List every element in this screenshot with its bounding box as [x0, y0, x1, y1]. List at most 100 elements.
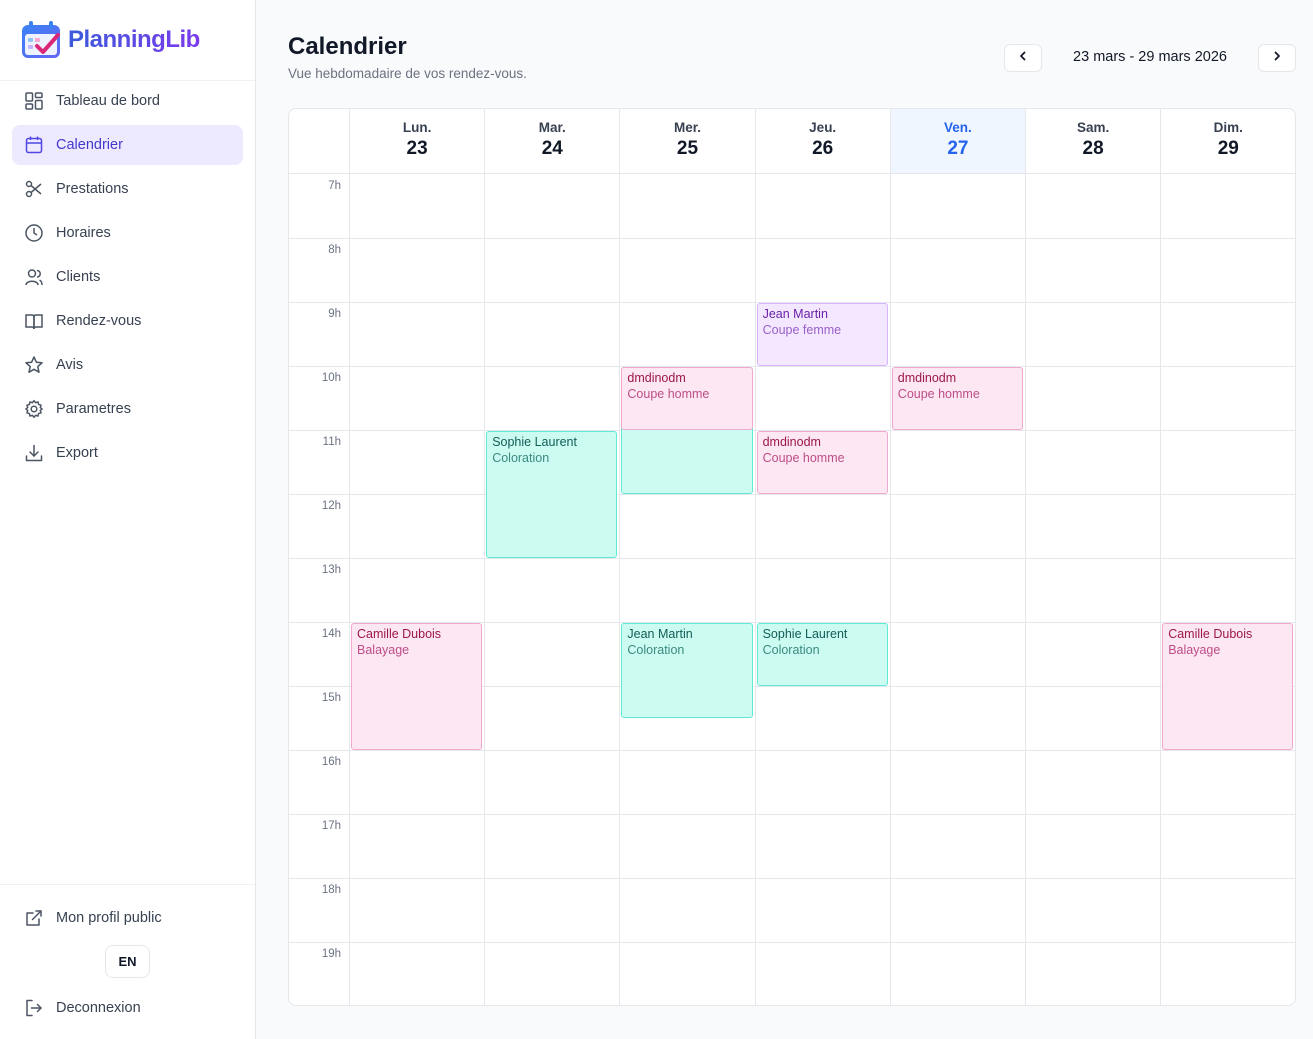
appointment-client-name: Camille Dubois	[357, 627, 442, 641]
week-calendar: Lun. 23 Mar. 24 Mer. 25 Jeu. 26 Ven. 27 Sam. 28 Dim.…	[288, 108, 1296, 1006]
appointment-client-name: Jean Martin	[762, 307, 828, 321]
appointment-event[interactable]: dmdinodm Coupe homme	[621, 367, 753, 430]
day-name: Dim.	[1213, 120, 1243, 135]
day-header: Dim. 29	[1160, 109, 1295, 174]
sidebar-item-calendar[interactable]: Calendrier	[12, 125, 243, 165]
day-column-divider	[754, 174, 756, 1005]
appointment-event[interactable]: Camille Dubois Balayage	[1162, 623, 1294, 750]
appointment-client-name: dmdinodm	[627, 371, 686, 385]
day-header: Mer. 25	[619, 109, 755, 174]
sidebar-item-export[interactable]: Export	[12, 433, 243, 473]
previous-week-button[interactable]	[1004, 44, 1042, 72]
app-logo[interactable]: PlanningLib	[20, 20, 200, 60]
hour-label: 18h	[321, 884, 341, 896]
hour-row-divider	[289, 366, 1295, 367]
sidebar-item-settings[interactable]: Parametres	[12, 389, 243, 429]
hour-label: 11h	[322, 436, 341, 448]
day-column-divider	[484, 174, 486, 1005]
appointment-service: Coupe homme	[627, 387, 710, 401]
appointment-service: Balayage	[357, 643, 410, 657]
clock-icon	[23, 222, 45, 244]
sidebar-item-dashboard[interactable]: Tableau de bord	[12, 81, 243, 121]
sidebar-item-label: Calendrier	[56, 137, 123, 153]
logout-button[interactable]: Deconnexion	[12, 988, 243, 1028]
hour-row-divider	[289, 558, 1295, 559]
appointment-service: Coupe homme	[762, 451, 845, 465]
public-profile-link[interactable]: Mon profil public	[12, 898, 243, 938]
day-header: Mar. 24	[484, 109, 620, 174]
appointment-service: Coloration	[492, 451, 550, 465]
hour-label: 16h	[321, 756, 341, 768]
sidebar-item-label: Parametres	[56, 401, 131, 417]
appointment-client-name: Sophie Laurent	[762, 627, 848, 641]
page-title: Calendrier	[288, 33, 407, 60]
hour-label: 8h	[328, 244, 341, 256]
logout-area: Deconnexion	[12, 987, 243, 1032]
language-toggle-button[interactable]: EN	[105, 945, 150, 978]
day-name: Lun.	[402, 120, 432, 135]
appointment-event[interactable]: Sophie Laurent Coloration	[756, 623, 888, 686]
hour-label: 19h	[321, 948, 341, 960]
day-number: 28	[1082, 138, 1104, 159]
chevron-right-icon	[1271, 49, 1283, 67]
day-name: Jeu.	[809, 120, 837, 135]
sidebar-item-services[interactable]: Prestations	[12, 169, 243, 209]
appointment-event[interactable]: Sophie Laurent Coloration	[486, 431, 618, 558]
day-name: Mer.	[673, 120, 701, 135]
sidebar-item-hours[interactable]: Horaires	[12, 213, 243, 253]
hour-row-divider	[289, 750, 1295, 751]
bottom-nav: Mon profil public	[12, 897, 243, 942]
hour-label: 17h	[321, 820, 341, 832]
appointment-client-name: Jean Martin	[627, 627, 693, 641]
appointment-client-name: dmdinodm	[897, 371, 957, 385]
external-link-icon	[23, 907, 45, 929]
appointment-service: Balayage	[1168, 643, 1221, 657]
sidebar-item-label: Tableau de bord	[56, 93, 160, 109]
day-name: Mar.	[538, 120, 566, 135]
app-name: PlanningLib	[68, 26, 200, 53]
appointment-client-name: Sophie Laurent	[492, 435, 577, 449]
hour-label: 12h	[321, 500, 341, 512]
appointment-event[interactable]: Jean Martin Coloration	[621, 623, 753, 718]
week-range-label: 23 mars - 29 mars 2026	[1073, 49, 1227, 65]
day-name: Sam.	[1076, 120, 1110, 135]
appointment-service: Coloration	[627, 643, 685, 657]
hour-row-divider	[289, 878, 1295, 879]
day-number: 25	[676, 138, 699, 159]
scissors-icon	[23, 178, 45, 200]
day-header: Sam. 28	[1025, 109, 1161, 174]
sidebar-item-label: Clients	[56, 269, 101, 285]
appointment-service: Coupe homme	[897, 387, 980, 401]
sidebar-item-label: Export	[56, 445, 98, 461]
day-column-divider	[1025, 174, 1026, 1005]
appointment-service: Coupe femme	[762, 323, 842, 337]
sidebar-item-clients[interactable]: Clients	[12, 257, 243, 297]
appointment-client-name: dmdinodm	[762, 435, 821, 449]
appointment-event[interactable]: Jean Martin Coupe femme	[756, 303, 888, 366]
book-icon	[23, 310, 45, 332]
hour-label: 13h	[321, 564, 341, 576]
hour-row-divider	[289, 814, 1295, 815]
hour-label: 7h	[328, 180, 341, 192]
appointment-event[interactable]: Camille Dubois Balayage	[351, 623, 483, 750]
appointment-event[interactable]: dmdinodm Coupe homme	[891, 367, 1023, 430]
day-number: 29	[1217, 138, 1239, 159]
sidebar-item-reviews[interactable]: Avis	[12, 345, 243, 385]
day-column-divider	[1160, 174, 1162, 1005]
day-header-today: Ven. 27	[889, 109, 1025, 174]
day-number: 23	[406, 138, 428, 159]
gear-icon	[23, 398, 45, 420]
hour-row-divider	[289, 942, 1295, 943]
sidebar-item-appointments[interactable]: Rendez-vous	[12, 301, 243, 341]
day-column-divider	[619, 174, 621, 1005]
day-column-divider	[349, 174, 350, 1005]
day-header: Lun. 23	[349, 109, 485, 174]
hour-label: 10h	[321, 372, 341, 384]
appointment-service: Coloration	[762, 643, 820, 657]
next-week-button[interactable]	[1258, 44, 1296, 72]
day-header: Jeu. 26	[754, 109, 890, 174]
users-icon	[23, 266, 45, 288]
appointment-client-name: Camille Dubois	[1168, 627, 1253, 641]
appointment-event[interactable]: dmdinodm Coupe homme	[756, 431, 888, 494]
day-number: 26	[812, 138, 834, 159]
